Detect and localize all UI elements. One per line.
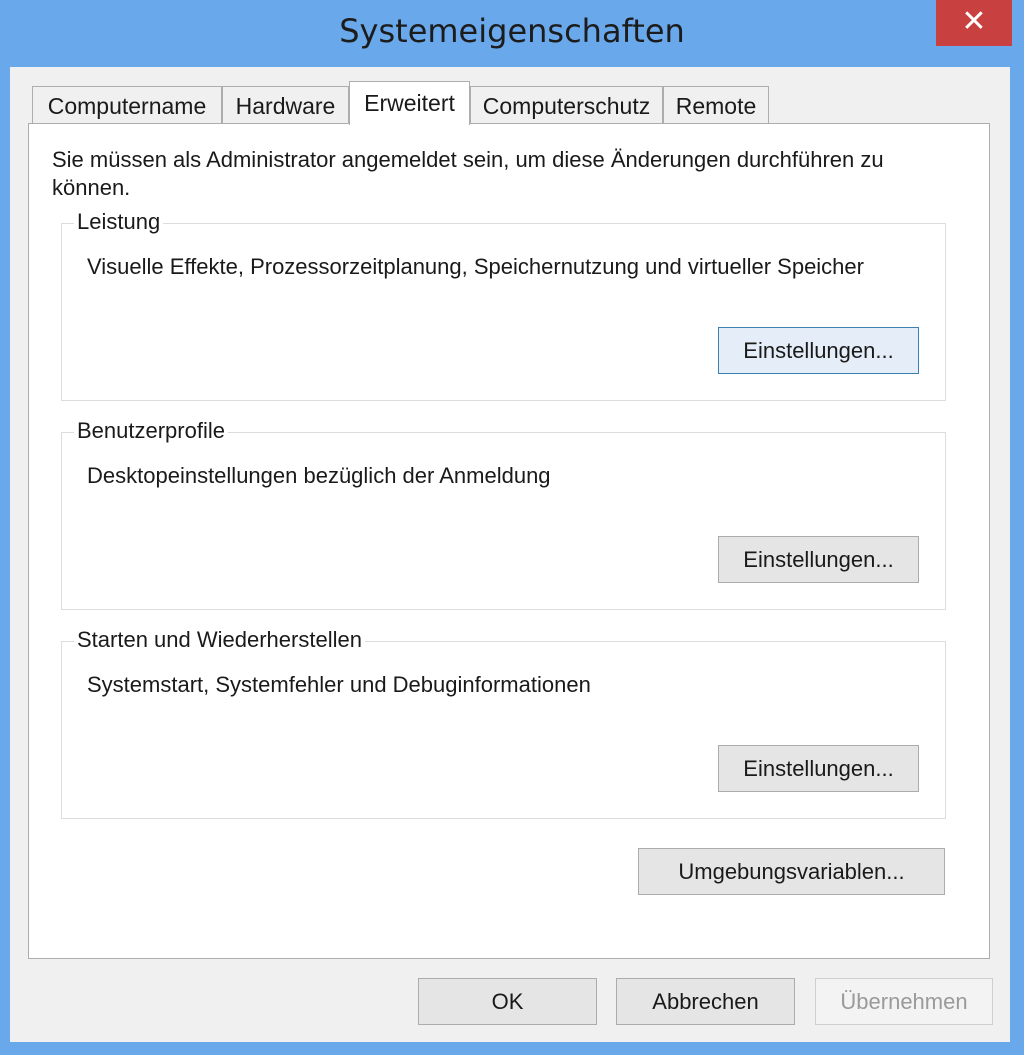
window-frame: Systemeigenschaften ✕ Computername Hardw… — [0, 0, 1024, 1055]
tab-computerschutz[interactable]: Computerschutz — [470, 86, 663, 124]
tab-remote[interactable]: Remote — [663, 86, 769, 124]
apply-button[interactable]: Übernehmen — [815, 978, 993, 1025]
dialog-client: Computername Hardware Erweitert Computer… — [10, 67, 1010, 1042]
tab-erweitert[interactable]: Erweitert — [349, 81, 470, 125]
tab-label: Erweitert — [364, 90, 455, 116]
tab-label: Computername — [47, 93, 207, 119]
group-benutzerprofile: Benutzerprofile Desktopeinstellungen bez… — [61, 416, 946, 610]
tab-hardware[interactable]: Hardware — [222, 86, 349, 124]
window-title: Systemeigenschaften — [339, 12, 685, 50]
ok-button[interactable]: OK — [418, 978, 597, 1025]
tab-label: Hardware — [235, 93, 336, 119]
starten-settings-button[interactable]: Einstellungen... — [718, 745, 919, 792]
close-button[interactable]: ✕ — [936, 0, 1012, 46]
leistung-settings-button[interactable]: Einstellungen... — [718, 327, 919, 374]
group-starten-wiederherstellen: Starten und Wiederherstellen Systemstart… — [61, 625, 946, 819]
cancel-button[interactable]: Abbrechen — [616, 978, 795, 1025]
group-description: Systemstart, Systemfehler und Debuginfor… — [87, 672, 591, 697]
group-description: Desktopeinstellungen bezüglich der Anmel… — [87, 463, 551, 488]
tab-label: Remote — [675, 93, 757, 119]
group-label: Benutzerprofile — [74, 416, 228, 446]
tab-label: Computerschutz — [482, 93, 651, 119]
admin-notice: Sie müssen als Administrator angemeldet … — [52, 147, 884, 200]
group-description: Visuelle Effekte, Prozessorzeitplanung, … — [87, 254, 864, 279]
tab-computername[interactable]: Computername — [32, 86, 222, 124]
benutzerprofile-settings-button[interactable]: Einstellungen... — [718, 536, 919, 583]
group-label: Starten und Wiederherstellen — [74, 625, 365, 655]
environment-variables-button[interactable]: Umgebungsvariablen... — [638, 848, 945, 895]
group-label: Leistung — [74, 207, 164, 237]
group-leistung: Leistung Visuelle Effekte, Prozessorzeit… — [61, 207, 946, 401]
close-icon: ✕ — [961, 4, 987, 39]
title-bar[interactable]: Systemeigenschaften ✕ — [0, 0, 1024, 66]
